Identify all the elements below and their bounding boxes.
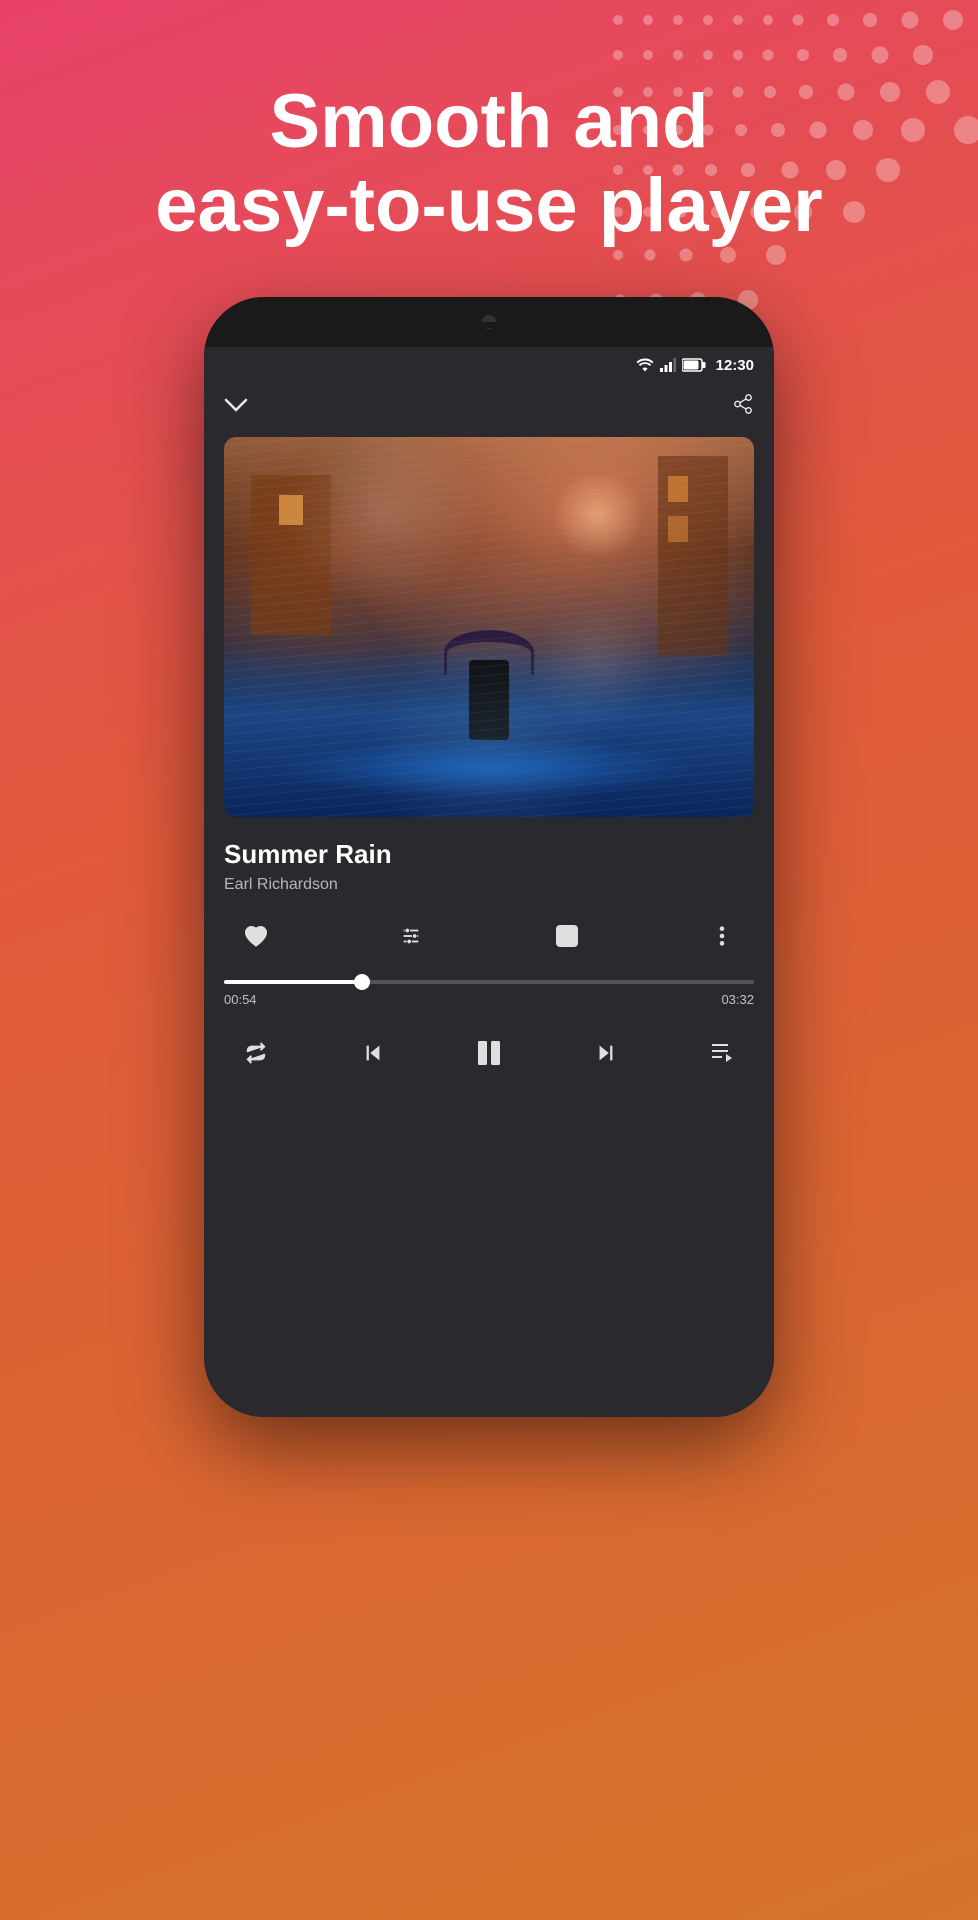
next-icon — [595, 1042, 617, 1064]
progress-bar[interactable] — [224, 980, 754, 984]
pause-button[interactable] — [465, 1029, 513, 1077]
total-time: 03:32 — [721, 992, 754, 1007]
headline: Smooth and easy-to-use player — [155, 80, 822, 247]
like-button[interactable] — [234, 914, 278, 958]
add-icon — [555, 924, 579, 948]
signal-icon — [660, 358, 676, 372]
wifi-icon — [636, 358, 654, 372]
blue-reflection — [277, 738, 701, 798]
status-time: 12:30 — [716, 357, 754, 374]
more-icon — [719, 925, 725, 947]
equalizer-button[interactable] — [389, 914, 433, 958]
queue-icon — [710, 1042, 734, 1064]
warm-glow — [548, 475, 648, 555]
next-button[interactable] — [582, 1029, 630, 1077]
collapse-button[interactable] — [224, 394, 248, 420]
headline-line2: easy-to-use player — [155, 163, 822, 248]
status-icons: 12:30 — [636, 357, 754, 374]
song-info: Summer Rain Earl Richardson — [224, 839, 754, 894]
current-time: 00:54 — [224, 992, 257, 1007]
phone-screen: 12:30 — [204, 347, 774, 1417]
heart-icon — [244, 925, 268, 947]
phone-top-bar — [204, 297, 774, 347]
song-artist: Earl Richardson — [224, 876, 754, 894]
progress-thumb — [354, 974, 370, 990]
header-section: Smooth and easy-to-use player — [95, 80, 882, 247]
battery-icon — [682, 358, 706, 372]
more-options-button[interactable] — [700, 914, 744, 958]
repeat-icon — [245, 1042, 267, 1064]
status-bar: 12:30 — [204, 347, 774, 383]
song-title: Summer Rain — [224, 839, 754, 870]
previous-button[interactable] — [349, 1029, 397, 1077]
share-icon — [732, 393, 754, 415]
album-art-container — [224, 437, 754, 817]
progress-times: 00:54 03:32 — [224, 992, 754, 1007]
add-playlist-button[interactable] — [545, 914, 589, 958]
playback-controls — [224, 1029, 754, 1077]
pause-icon — [474, 1038, 504, 1068]
progress-fill — [224, 980, 362, 984]
album-art — [224, 437, 754, 817]
progress-section: 00:54 03:32 — [224, 980, 754, 1007]
player-content: Summer Rain Earl Richardson — [204, 383, 774, 1417]
phone-frame: 12:30 — [204, 297, 774, 1417]
headline-line1: Smooth and — [269, 79, 708, 164]
earpiece-speaker — [449, 322, 529, 328]
share-button[interactable] — [732, 393, 754, 421]
queue-button[interactable] — [698, 1029, 746, 1077]
action-buttons — [224, 914, 754, 958]
repeat-button[interactable] — [232, 1029, 280, 1077]
equalizer-icon — [400, 925, 422, 947]
player-top-bar — [224, 393, 754, 421]
chevron-down-icon — [224, 398, 248, 414]
previous-icon — [362, 1042, 384, 1064]
